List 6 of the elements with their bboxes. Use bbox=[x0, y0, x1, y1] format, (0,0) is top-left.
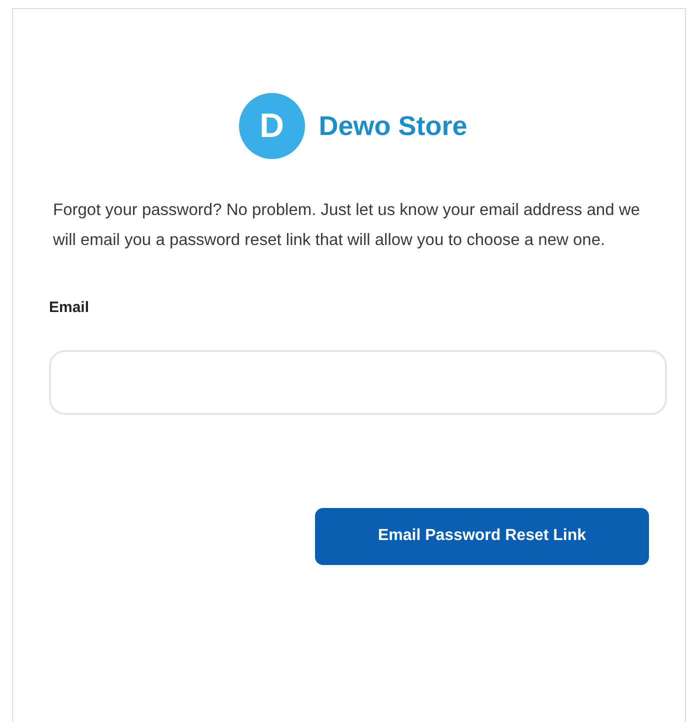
intro-text: Forgot your password? No problem. Just let us know your email address and we will email you a password reset link that will allow you to choose a new one. bbox=[52, 200, 641, 251]
logo-letter: D bbox=[259, 109, 284, 143]
email-input[interactable] bbox=[49, 350, 667, 414]
reset-link-button[interactable]: Email Password Reset Link bbox=[315, 508, 649, 564]
email-label: Email bbox=[49, 298, 90, 318]
store-name: Dewo Store bbox=[318, 110, 468, 143]
